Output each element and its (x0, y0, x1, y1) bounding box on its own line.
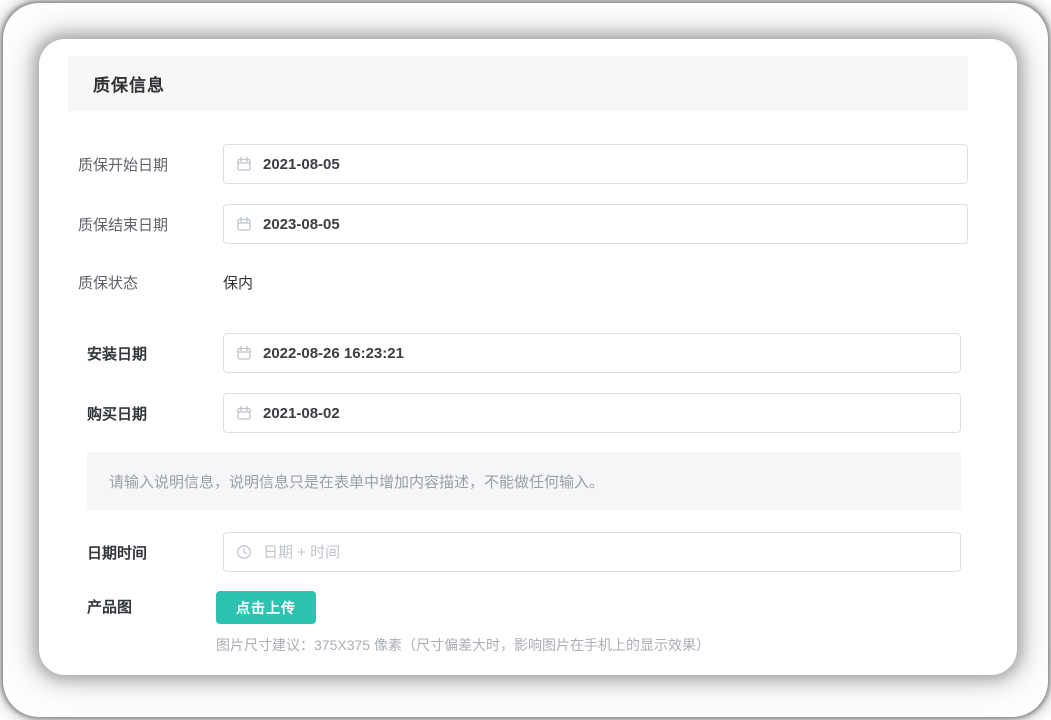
detail-field-group: 安装日期 2022-08-26 16:23:21 购买日期 2021-08-02… (87, 333, 961, 655)
warranty-start-value: 2021-08-05 (263, 155, 340, 173)
form-row-install-date: 安装日期 2022-08-26 16:23:21 (87, 333, 961, 373)
purchase-date-value: 2021-08-02 (263, 404, 340, 422)
form-row-product-image: 产品图 点击上传 图片尺寸建议：375X375 像素（尺寸偏差大时，影响图片在手… (87, 591, 961, 655)
form-row-warranty-end: 质保结束日期 2023-08-05 (68, 204, 968, 244)
clock-icon (236, 544, 252, 560)
install-date-value: 2022-08-26 16:23:21 (263, 344, 404, 362)
form-row-warranty-start: 质保开始日期 2021-08-05 (68, 144, 968, 184)
upload-button[interactable]: 点击上传 (216, 591, 316, 624)
product-image-label: 产品图 (87, 599, 133, 616)
section-title: 质保信息 (93, 76, 165, 95)
purchase-date-label: 购买日期 (87, 405, 148, 423)
calendar-icon (236, 216, 252, 232)
description-note-bar: 请输入说明信息，说明信息只是在表单中增加内容描述，不能做任何输入。 (87, 452, 961, 510)
warranty-end-date-input[interactable]: 2023-08-05 (223, 204, 968, 244)
warranty-status-label: 质保状态 (78, 274, 139, 292)
install-date-label: 安装日期 (87, 345, 148, 363)
description-note-text: 请输入说明信息，说明信息只是在表单中增加内容描述，不能做任何输入。 (109, 473, 605, 491)
warranty-field-group: 质保开始日期 2021-08-05 质保结束日期 2023-08-05 质保状态… (68, 144, 968, 302)
form-row-purchase-date: 购买日期 2021-08-02 (87, 393, 961, 433)
form-row-datetime: 日期时间 (87, 532, 961, 572)
calendar-icon (236, 345, 252, 361)
purchase-date-input[interactable]: 2021-08-02 (223, 393, 961, 433)
warranty-status-value: 保内 (223, 274, 254, 292)
upload-size-hint: 图片尺寸建议：375X375 像素（尺寸偏差大时，影响图片在手机上的显示效果） (216, 637, 710, 653)
datetime-input[interactable] (263, 543, 948, 561)
warranty-end-value: 2023-08-05 (263, 215, 340, 233)
calendar-icon (236, 156, 252, 172)
datetime-label: 日期时间 (87, 544, 148, 562)
section-header: 质保信息 (68, 56, 968, 111)
install-date-input[interactable]: 2022-08-26 16:23:21 (223, 333, 961, 373)
calendar-icon (236, 405, 252, 421)
warranty-start-date-input[interactable]: 2021-08-05 (223, 144, 968, 184)
form-row-warranty-status: 质保状态 保内 (68, 262, 968, 302)
warranty-start-label: 质保开始日期 (78, 156, 169, 174)
warranty-info-card: 质保信息 质保开始日期 2021-08-05 质保结束日期 2023-08-05… (39, 39, 1017, 675)
warranty-end-label: 质保结束日期 (78, 216, 169, 234)
window-frame: 质保信息 质保开始日期 2021-08-05 质保结束日期 2023-08-05… (3, 3, 1048, 717)
product-image-upload-cell: 点击上传 图片尺寸建议：375X375 像素（尺寸偏差大时，影响图片在手机上的显… (216, 591, 710, 655)
datetime-input-box[interactable] (223, 532, 961, 572)
